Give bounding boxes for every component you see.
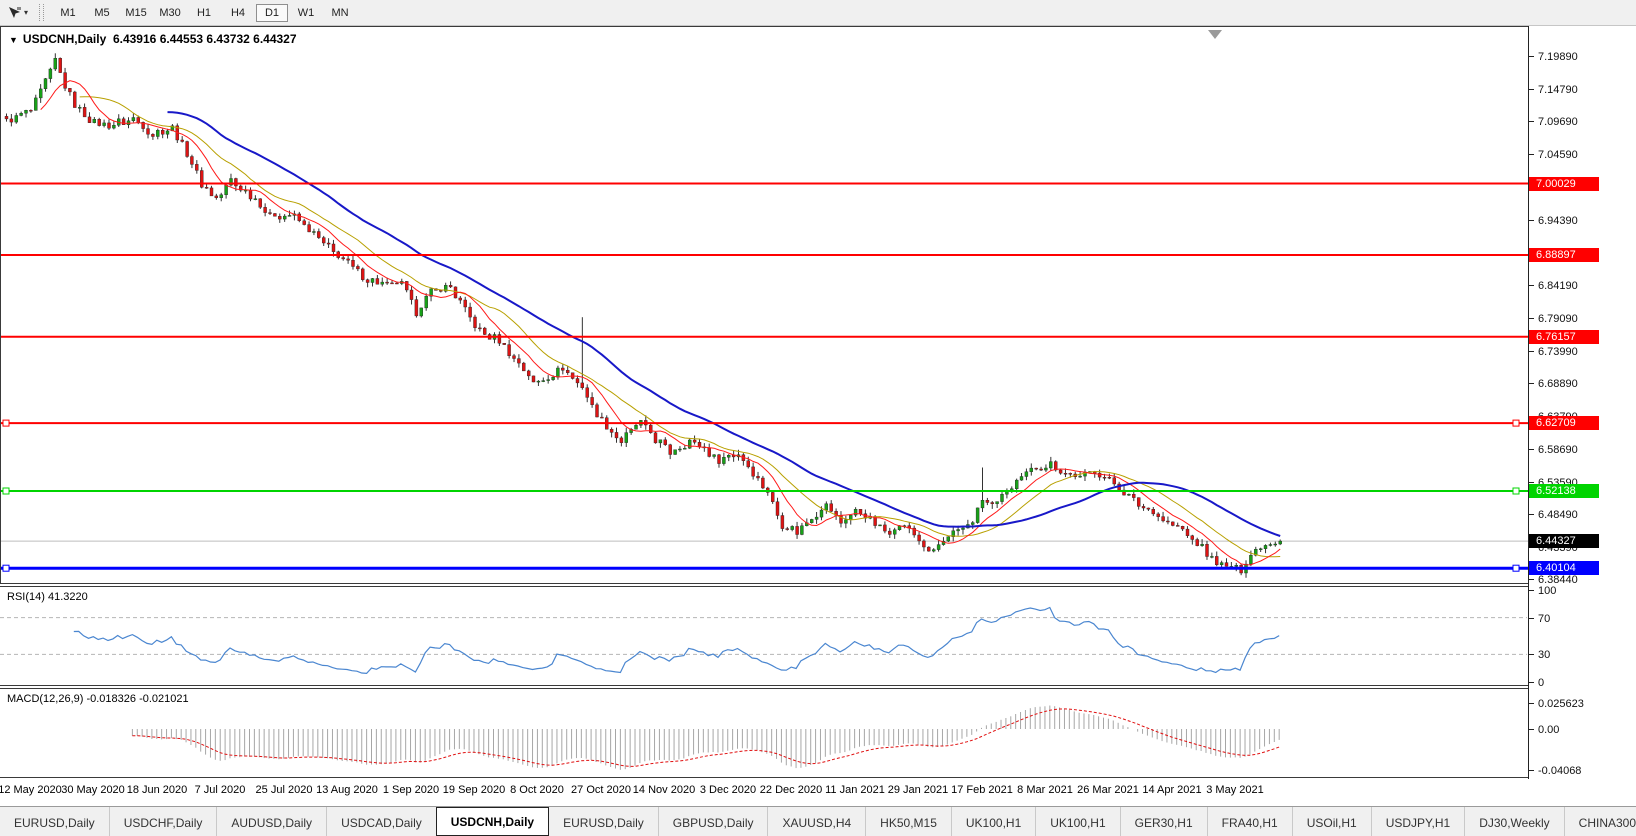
date-axis-label: 12 May 2020 bbox=[0, 784, 62, 796]
macd-pane[interactable]: MACD(12,26,9) -0.018326 -0.021021 bbox=[0, 688, 1528, 778]
date-axis-label: 30 May 2020 bbox=[61, 784, 125, 796]
level-price-label: 6.52138 bbox=[1529, 484, 1599, 498]
price-axis-tick: 7.04590 bbox=[1529, 148, 1578, 161]
macd-axis-tick: -0.04068 bbox=[1529, 764, 1581, 777]
date-axis-label: 3 May 2021 bbox=[1206, 784, 1264, 796]
symbol-tab-eurusd-daily[interactable]: EURUSD,Daily bbox=[0, 807, 110, 836]
chart-area: ▼ USDCNH,Daily 6.43916 6.44553 6.43732 6.… bbox=[0, 26, 1636, 806]
price-axis-tick: 7.19890 bbox=[1529, 50, 1578, 63]
symbol-tab-fra40-h1[interactable]: FRA40,H1 bbox=[1208, 807, 1293, 836]
symbol-tab-china300-h1[interactable]: CHINA300,H1 bbox=[1565, 807, 1636, 836]
level-price-label: 7.00029 bbox=[1529, 177, 1599, 191]
timeframe-button-m30[interactable]: M30 bbox=[154, 4, 186, 22]
timeframe-button-m1[interactable]: M1 bbox=[52, 4, 84, 22]
date-axis-label: 1 Sep 2020 bbox=[382, 784, 440, 796]
timeframe-button-m15[interactable]: M15 bbox=[120, 4, 152, 22]
trading-platform-window: ▾ M1 M5 M15 M30 H1 H4 D1 W1 MN ▼ USDCNH,Daily 6.4… bbox=[0, 0, 1636, 836]
date-axis-label: 3 Dec 2020 bbox=[699, 784, 757, 796]
ohlc-high: 6.44553 bbox=[159, 32, 204, 46]
date-axis-label: 7 Jul 2020 bbox=[194, 784, 246, 796]
date-axis[interactable]: 12 May 2020 30 May 2020 18 Jun 2020 7 Jul 2… bbox=[0, 778, 1528, 806]
level-price-label: 6.62709 bbox=[1529, 416, 1599, 430]
price-axis-tick: 6.84190 bbox=[1529, 279, 1578, 292]
price-axis-tick: 6.73990 bbox=[1529, 345, 1578, 358]
timeframe-button-h1[interactable]: H1 bbox=[188, 4, 220, 22]
price-chart-canvas[interactable] bbox=[1, 27, 1528, 583]
timeframe-buttons-group: M1 M5 M15 M30 H1 H4 D1 W1 MN bbox=[51, 3, 357, 22]
level-price-label: 6.76157 bbox=[1529, 330, 1599, 344]
date-axis-label: 29 Jan 2021 bbox=[887, 784, 949, 796]
symbol-tab-usdcad-daily[interactable]: USDCAD,Daily bbox=[327, 807, 437, 836]
chart-title: ▼ USDCNH,Daily 6.43916 6.44553 6.43732 6.… bbox=[9, 32, 297, 46]
price-axis-tick: 6.48490 bbox=[1529, 508, 1578, 521]
symbol-tab-bar: EURUSD,Daily USDCHF,Daily AUDUSD,Daily USDC… bbox=[0, 806, 1636, 836]
rsi-chart-canvas[interactable] bbox=[0, 587, 1527, 685]
symbol-tab-eurusd-daily[interactable]: EURUSD,Daily bbox=[549, 807, 659, 836]
symbol-tab-ger30-h1[interactable]: GER30,H1 bbox=[1121, 807, 1208, 836]
symbol-tab-usdcnh-daily[interactable]: USDCNH,Daily bbox=[435, 807, 550, 836]
date-axis-label: 8 Oct 2020 bbox=[510, 784, 564, 796]
price-axis[interactable]: 7.198907.147907.096907.045906.994906.943… bbox=[1528, 26, 1636, 779]
rsi-indicator-label: RSI(14) 41.3220 bbox=[7, 591, 88, 603]
symbol-tab-audusd-daily[interactable]: AUDUSD,Daily bbox=[217, 807, 328, 836]
symbol-tab-gbpusd-daily[interactable]: GBPUSD,Daily bbox=[659, 807, 769, 836]
date-axis-label: 18 Jun 2020 bbox=[126, 784, 188, 796]
price-pane[interactable]: ▼ USDCNH,Daily 6.43916 6.44553 6.43732 6.… bbox=[0, 26, 1528, 584]
symbol-tab-uk100-h1[interactable]: UK100,H1 bbox=[1036, 807, 1121, 836]
toolbar-grip-handle[interactable] bbox=[39, 4, 45, 21]
tool-dropdown-arrow-icon[interactable]: ▾ bbox=[24, 8, 28, 17]
chart-symbol-period: USDCNH,Daily bbox=[22, 32, 107, 46]
macd-indicator-label: MACD(12,26,9) -0.018326 -0.021021 bbox=[7, 693, 189, 705]
date-axis-label: 17 Feb 2021 bbox=[951, 784, 1013, 796]
timeframe-button-mn[interactable]: MN bbox=[324, 4, 356, 22]
date-axis-label: 14 Nov 2020 bbox=[632, 784, 696, 796]
price-axis-tick: 7.14790 bbox=[1529, 83, 1578, 96]
timeframe-button-h4[interactable]: H4 bbox=[222, 4, 254, 22]
date-axis-label: 19 Sep 2020 bbox=[442, 784, 506, 796]
date-axis-label: 11 Jan 2021 bbox=[825, 784, 885, 796]
symbol-tab-usdjpy-h1[interactable]: USDJPY,H1 bbox=[1372, 807, 1466, 836]
ohlc-low: 6.43732 bbox=[206, 32, 250, 46]
timeframe-toolbar: ▾ M1 M5 M15 M30 H1 H4 D1 W1 MN bbox=[0, 0, 1636, 26]
date-axis-label: 25 Jul 2020 bbox=[255, 784, 313, 796]
macd-axis-tick: 0.00 bbox=[1529, 723, 1559, 736]
symbol-tab-usdchf-daily[interactable]: USDCHF,Daily bbox=[110, 807, 218, 836]
level-price-label: 6.88897 bbox=[1529, 248, 1599, 262]
timeframe-button-d1[interactable]: D1 bbox=[256, 4, 289, 22]
macd-chart-canvas[interactable] bbox=[0, 689, 1527, 777]
rsi-axis-tick: 70 bbox=[1529, 612, 1550, 625]
ohlc-open: 6.43916 bbox=[112, 32, 157, 46]
symbol-tab-hk50-m15[interactable]: HK50,M15 bbox=[866, 807, 952, 836]
timeframe-button-m5[interactable]: M5 bbox=[86, 4, 118, 22]
chart-shift-marker-icon[interactable] bbox=[1208, 30, 1222, 39]
symbol-tab-uk100-h1[interactable]: UK100,H1 bbox=[952, 807, 1037, 836]
date-axis-label: 13 Aug 2020 bbox=[316, 784, 378, 796]
price-axis-tick: 6.94390 bbox=[1529, 214, 1578, 227]
date-axis-label: 26 Mar 2021 bbox=[1077, 784, 1139, 796]
chart-dropdown-icon[interactable]: ▼ bbox=[9, 35, 18, 45]
macd-axis-tick: 0.025623 bbox=[1529, 697, 1584, 710]
level-price-label: 6.40104 bbox=[1529, 561, 1599, 575]
ohlc-close: 6.44327 bbox=[253, 32, 297, 46]
date-axis-label: 14 Apr 2021 bbox=[1142, 784, 1202, 796]
date-axis-label: 8 Mar 2021 bbox=[1017, 784, 1073, 796]
price-axis-tick: 7.09690 bbox=[1529, 115, 1578, 128]
date-axis-label: 22 Dec 2020 bbox=[759, 784, 823, 796]
timeframe-button-w1[interactable]: W1 bbox=[290, 4, 322, 22]
date-axis-label: 27 Oct 2020 bbox=[571, 784, 631, 796]
rsi-axis-tick: 0 bbox=[1529, 676, 1544, 689]
current-price-label: 6.44327 bbox=[1529, 534, 1599, 548]
symbol-tab-usoil-h1[interactable]: USOil,H1 bbox=[1293, 807, 1372, 836]
symbol-tab-xauusd-h4[interactable]: XAUUSD,H4 bbox=[768, 807, 867, 836]
rsi-axis-tick: 30 bbox=[1529, 648, 1550, 661]
price-axis-tick: 6.58690 bbox=[1529, 443, 1578, 456]
symbol-tab-dj30-weekly[interactable]: DJ30,Weekly bbox=[1465, 807, 1565, 836]
symbol-tabs-group: EURUSD,Daily USDCHF,Daily AUDUSD,Daily USDC… bbox=[0, 807, 1636, 836]
rsi-pane[interactable]: RSI(14) 41.3220 bbox=[0, 586, 1528, 686]
cursor-tool-button[interactable]: ▾ bbox=[4, 5, 31, 21]
price-axis-tick: 6.79090 bbox=[1529, 312, 1578, 325]
cursor-crosshair-icon bbox=[9, 6, 21, 18]
price-axis-tick: 6.68890 bbox=[1529, 377, 1578, 390]
rsi-axis-tick: 100 bbox=[1529, 584, 1556, 597]
